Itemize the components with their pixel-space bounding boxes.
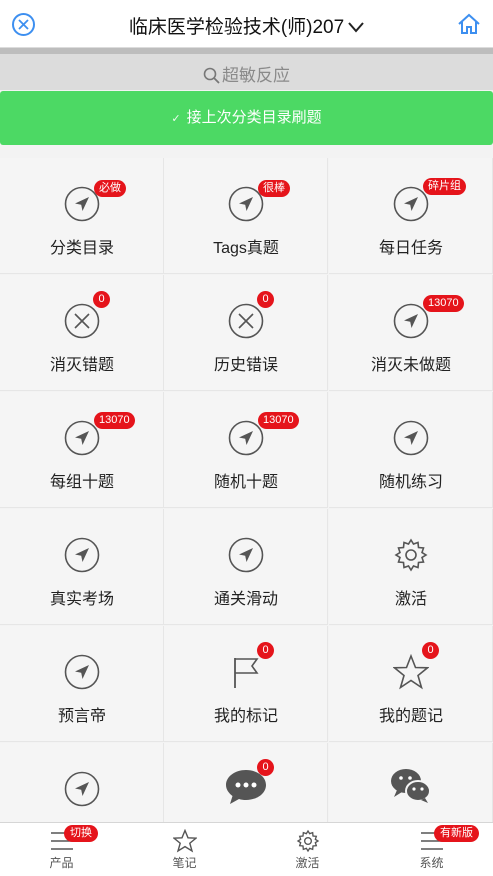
grid-item-1[interactable]: Tags真题 很棒 [164,158,328,274]
grid-item-12[interactable]: 预言帝 [0,626,164,742]
tab-2[interactable]: 激活 [246,823,369,876]
x-circle-icon [228,303,264,339]
grid-item-label: Tags真题 [213,240,279,257]
tab-3[interactable]: 系统 有新版 [370,823,493,876]
home-button[interactable] [457,12,481,36]
grid-item-label: 历史错误 [213,357,278,374]
search-bar[interactable]: 超敏反应 [0,54,493,90]
home-icon [458,13,480,34]
search-text: 超敏反应 [222,66,290,85]
tab-1[interactable]: 笔记 [123,823,246,876]
page-title: 临床医学检验技术(师)207 [128,17,345,38]
grid-item-badge: 0 [257,291,274,308]
grid-item-10[interactable]: 通关滑动 [164,509,328,625]
tab-badge: 有新版 [434,825,479,842]
grid-item-badge: 必做 [94,180,126,197]
check-icon: ✓ [171,113,181,125]
tab-label: 产品 [49,856,74,870]
grid-item-label: 每组十题 [49,474,114,491]
grid-item-label: 消灭错题 [49,357,114,374]
search-icon [203,67,220,84]
app-header: 临床医学检验技术(师)207 [0,0,493,48]
grid-item-label: 我的题记 [378,708,443,725]
tab-label: 激活 [295,856,320,870]
gear-icon [393,537,429,573]
grid-item-label: 我的标记 [213,708,278,725]
gear-icon [296,829,320,853]
grid-item-8[interactable]: 随机练习 [329,392,493,508]
resume-practice-button[interactable]: ✓ 接上次分类目录刷题 [0,91,493,145]
grid-item-label: 每日任务 [378,240,443,257]
grid-item-badge: 13070 [258,412,299,429]
grid-item-badge: 13070 [94,412,135,429]
tab-label: 系统 [419,856,444,870]
grid-item-label: 随机十题 [213,474,278,491]
compass-arrow-icon [64,537,100,573]
grid-item-14[interactable]: 我的题记 0 [329,626,493,742]
grid-item-6[interactable]: 每组十题 13070 [0,392,164,508]
tab-0[interactable]: 产品 切换 [0,823,123,876]
grid-item-badge: 0 [257,759,274,776]
chevron-down-icon [348,17,364,39]
grid-item-11[interactable]: 激活 [329,509,493,625]
grid-item-badge: 0 [422,642,439,659]
grid-item-label: 通关滑动 [213,591,278,608]
grid-item-3[interactable]: 消灭错题 0 [0,275,164,391]
tab-label: 笔记 [172,856,197,870]
grid-item-badge: 13070 [423,295,464,312]
grid-item-2[interactable]: 每日任务 碎片组 [329,158,493,274]
wechat-icon [389,767,431,803]
grid-item-label: 消灭未做题 [370,357,451,374]
grid-item-9[interactable]: 真实考场 [0,509,164,625]
course-title-dropdown[interactable]: 临床医学检验技术(师)207 [0,12,493,39]
star-outline-icon [172,828,198,853]
grid-item-badge: 碎片组 [423,178,466,195]
bottom-tab-bar: 产品 切换笔记 激活 系统 有新版 [0,822,493,876]
grid-item-label: 激活 [394,591,427,608]
star-icon [392,653,430,690]
compass-arrow-icon [64,654,100,690]
flag-icon [228,654,264,690]
grid-item-label: 分类目录 [49,240,114,257]
x-circle-icon [64,303,100,339]
grid-item-badge: 0 [93,291,110,308]
grid-item-badge: 0 [257,642,274,659]
grid-item-badge: 很棒 [258,180,290,197]
grid-item-13[interactable]: 我的标记 0 [164,626,328,742]
grid-item-label: 随机练习 [378,474,443,491]
compass-arrow-icon [228,537,264,573]
resume-label: 接上次分类目录刷题 [186,109,322,126]
compass-arrow-icon [64,771,100,807]
chat-bubble-icon [224,767,266,804]
grid-item-label: 真实考场 [49,591,114,608]
grid-item-7[interactable]: 随机十题 13070 [164,392,328,508]
grid-item-label: 预言帝 [57,708,106,725]
grid-item-0[interactable]: 分类目录 必做 [0,158,164,274]
tab-badge: 切换 [64,825,98,842]
compass-arrow-icon [393,420,429,456]
grid-item-5[interactable]: 消灭未做题 13070 [329,275,493,391]
grid-item-4[interactable]: 历史错误 0 [164,275,328,391]
